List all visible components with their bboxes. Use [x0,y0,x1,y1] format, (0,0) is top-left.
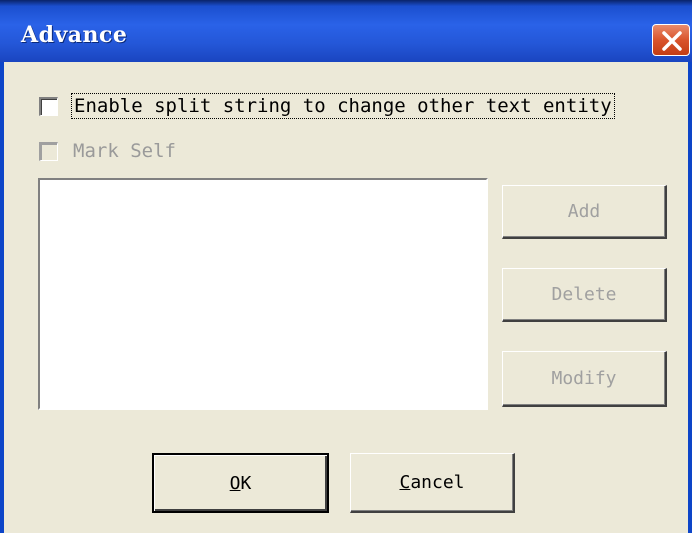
cancel-button-label: Cancel [399,472,465,493]
mark-self-checkbox[interactable] [39,141,58,161]
modify-button-label: Modify [551,368,617,389]
add-button-label: Add [567,201,601,222]
delete-button-label: Delete [551,284,617,305]
window-frame-left [0,62,4,533]
mark-self-label[interactable]: Mark Self [73,140,176,162]
close-button[interactable] [652,24,690,56]
enable-split-checkbox[interactable] [39,96,58,116]
cancel-button[interactable]: Cancel [350,453,515,513]
window-title: Advance [21,22,128,48]
modify-button[interactable]: Modify [502,351,667,407]
window-frame-right [688,62,692,533]
ok-button[interactable]: OK [152,453,329,513]
entity-list[interactable] [38,178,488,410]
enable-split-option[interactable]: Enable split string to change other text… [39,93,615,119]
delete-button[interactable]: Delete [502,268,667,322]
enable-split-label[interactable]: Enable split string to change other text… [71,93,615,119]
title-bar[interactable]: Advance [0,0,692,62]
add-button[interactable]: Add [502,185,667,239]
ok-button-label: OK [229,472,252,494]
mark-self-option[interactable]: Mark Self [39,140,176,162]
